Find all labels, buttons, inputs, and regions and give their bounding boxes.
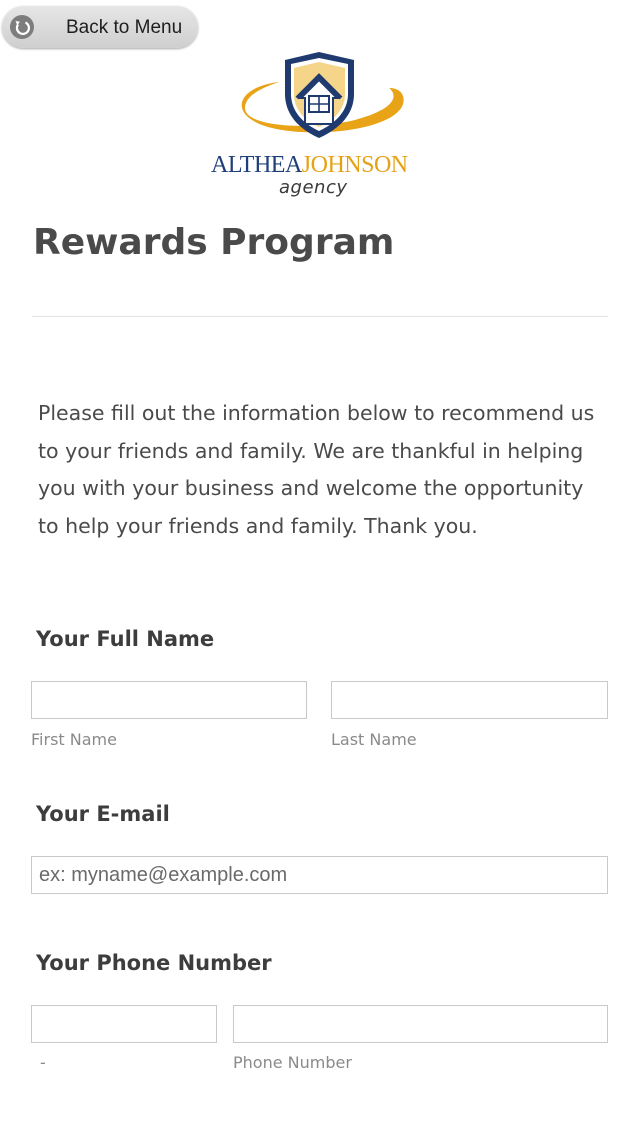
area-code-sublabel: - bbox=[40, 1053, 46, 1072]
first-name-sublabel: First Name bbox=[31, 730, 117, 749]
area-code-input[interactable] bbox=[31, 1005, 217, 1043]
last-name-sublabel: Last Name bbox=[331, 730, 417, 749]
first-name-input[interactable] bbox=[31, 681, 307, 719]
logo-word-althea: ALTHEA bbox=[211, 152, 302, 178]
full-name-label: Your Full Name bbox=[36, 627, 215, 651]
logo-wordmark: ALTHEAJOHNSON bbox=[211, 152, 408, 179]
house-shield-icon bbox=[241, 52, 404, 138]
rewards-program-page: Back to Menu ALTHEAJOHNSON agency Reward… bbox=[0, 0, 639, 1136]
page-title: Rewards Program bbox=[33, 222, 395, 263]
email-input[interactable] bbox=[31, 856, 608, 894]
logo-subtitle: agency bbox=[279, 177, 348, 198]
phone-label: Your Phone Number bbox=[36, 951, 272, 975]
logo-word-johnson: JOHNSON bbox=[301, 152, 408, 178]
back-to-menu-label: Back to Menu bbox=[66, 17, 183, 38]
back-arrow-icon bbox=[10, 15, 34, 39]
agency-logo: ALTHEAJOHNSON agency bbox=[205, 50, 435, 200]
title-divider bbox=[32, 316, 608, 317]
email-label: Your E-mail bbox=[36, 802, 170, 826]
back-to-menu-button[interactable]: Back to Menu bbox=[2, 6, 198, 48]
phone-number-sublabel: Phone Number bbox=[233, 1053, 352, 1072]
last-name-input[interactable] bbox=[331, 681, 608, 719]
phone-number-input[interactable] bbox=[233, 1005, 608, 1043]
intro-text: Please fill out the information below to… bbox=[38, 401, 595, 538]
